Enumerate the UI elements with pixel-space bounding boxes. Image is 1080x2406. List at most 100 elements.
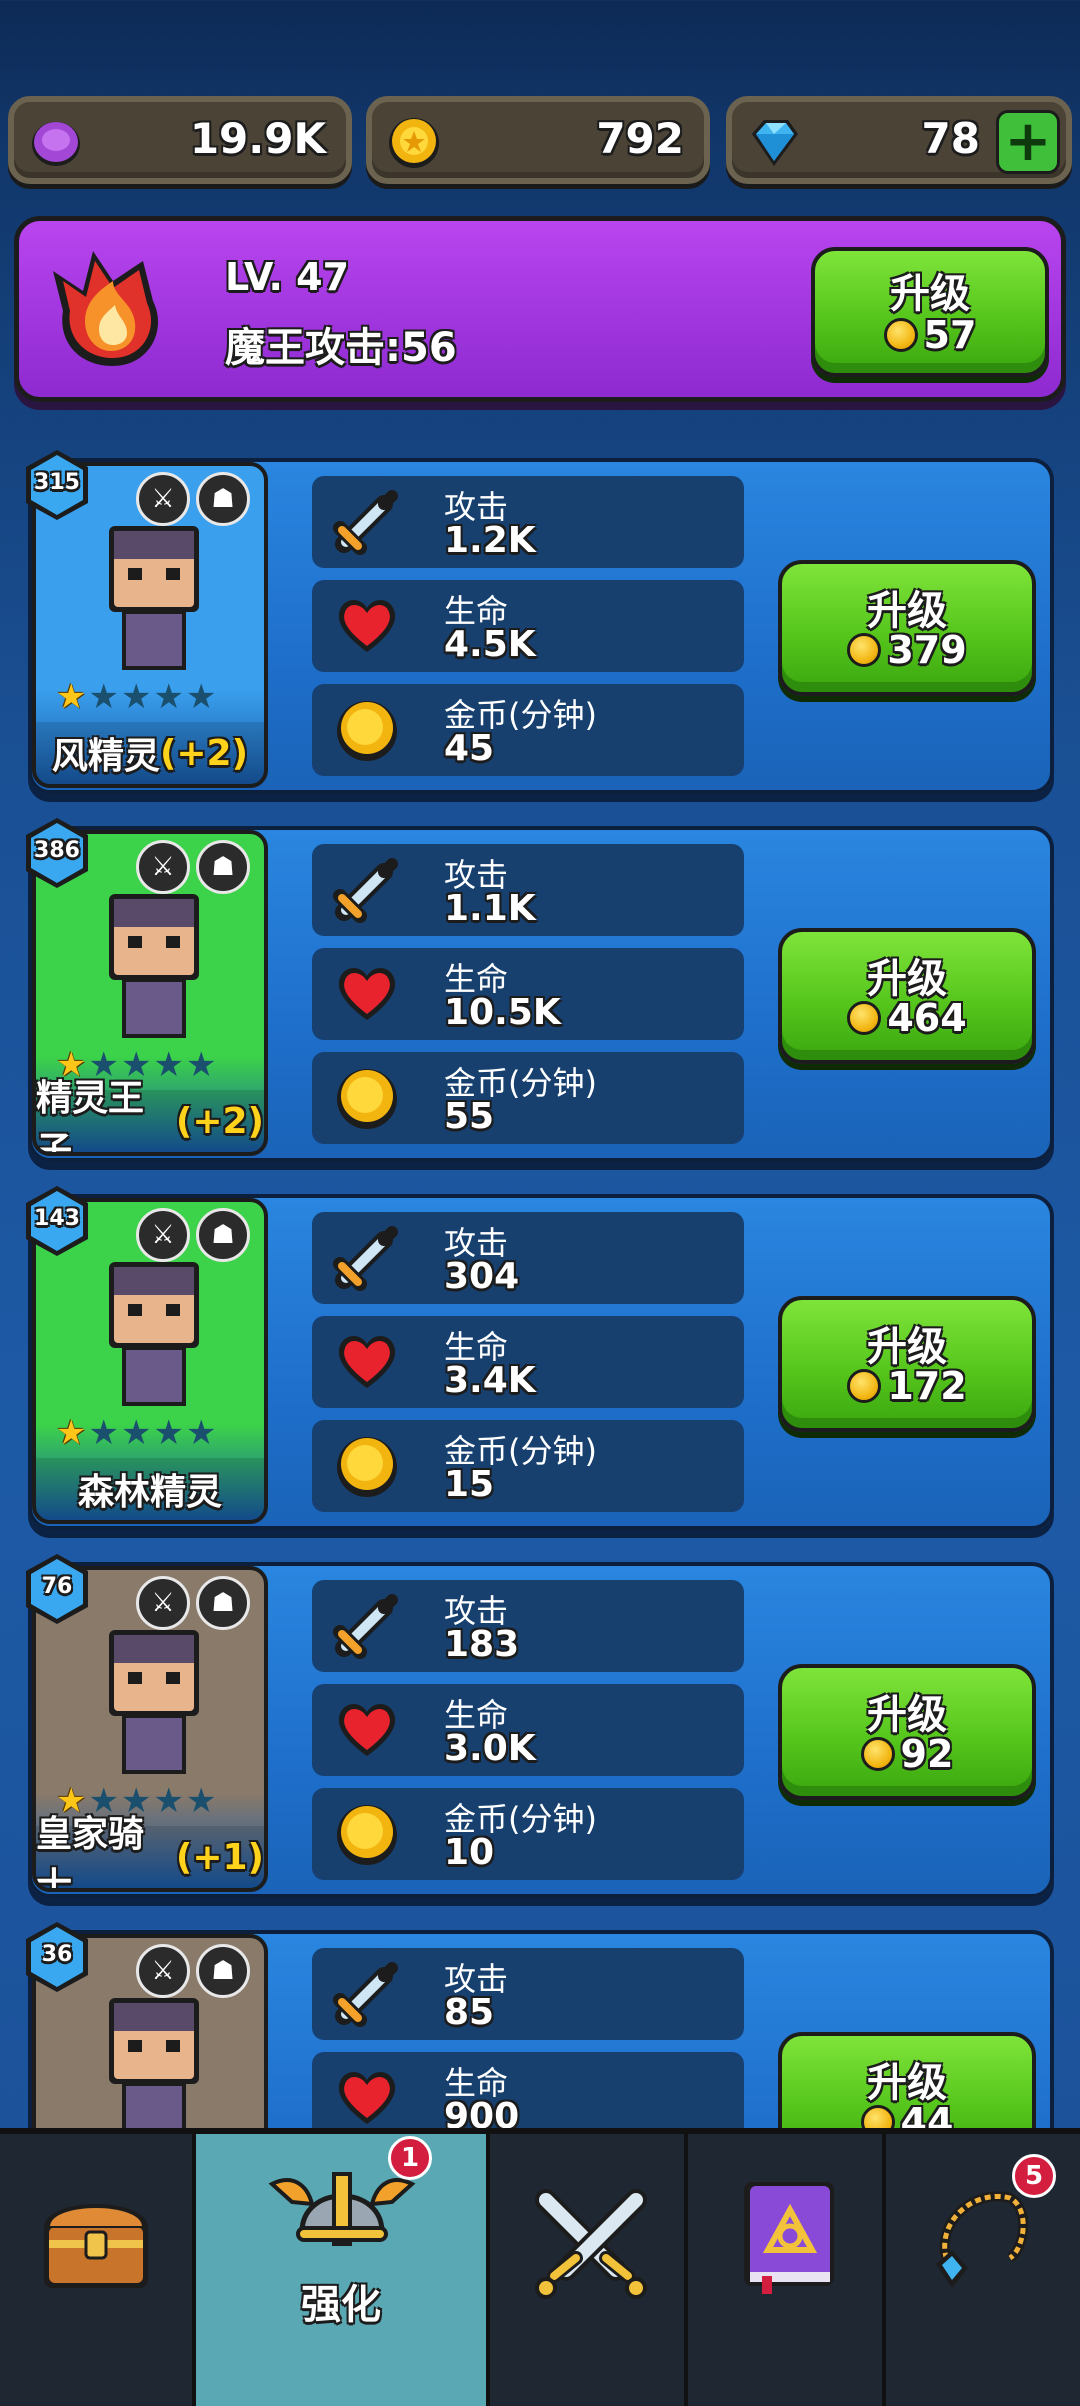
hero-level-badge: 143 [20,1184,94,1258]
hero-portrait [109,894,199,1038]
hero-name-text: 风精灵 [51,736,160,777]
hero-upgrade-button[interactable]: 升级 464 [778,928,1036,1064]
diamond-value: 78 [921,114,980,163]
tab-accessories[interactable]: 5 [886,2134,1080,2406]
stat-life-value: 4.5K [444,624,536,665]
star-icon: ★ [120,1413,152,1453]
boss-panel: LV. 47 魔王攻击:56 升级 57 [14,216,1066,402]
hero-upgrade-cost-row: 464 [782,996,1032,1040]
stat-coins: 金币(分钟) 55 [312,1052,744,1144]
hero-panel: ★ ★ ★ ★ ★ 精灵王子 (+2) 386 ⚔ ☗ 攻击 1.1K 生命 10.5K [26,818,1054,1162]
sword-icon [332,1590,402,1660]
class-badge-icon: ⚔ [136,1576,190,1630]
hero-name-text: 森林精灵 [77,1472,222,1513]
stat-life: 生命 3.4K [312,1316,744,1408]
class-badge-icon: ⚔ [136,472,190,526]
boss-upgrade-button[interactable]: 升级 57 [811,247,1049,377]
coin-icon [860,1737,895,1771]
stat-attack-value: 304 [444,1256,520,1297]
coin-icon [847,633,882,667]
bottom-nav: 1 强化 5 [0,2128,1080,2406]
hero-upgrade-button[interactable]: 升级 379 [778,560,1036,696]
stat-coins: 金币(分钟) 15 [312,1420,744,1512]
hero-panel: ★ ★ ★ ★ ★ 皇家骑士 (+1) 76 ⚔ ☗ 攻击 183 生命 3.0K [26,1554,1054,1898]
sword-icon [332,486,402,556]
stat-attack: 攻击 85 [312,1948,744,2040]
type-badge-icon: ☗ [196,1944,250,1998]
hero-level-badge: 315 [20,448,94,522]
coin-icon [332,1798,402,1868]
purple-gem-icon [32,122,80,166]
stat-coins-value: 55 [444,1096,495,1137]
stat-attack: 攻击 1.1K [312,844,744,936]
tab-chest[interactable] [0,2134,196,2406]
type-badge-icon: ☗ [196,1576,250,1630]
stat-coins-value: 15 [444,1464,495,1505]
hero-stars: ★★★★★ [56,680,216,714]
hero-name-text: 精灵王子 [36,1078,145,1156]
coin-icon [883,318,918,352]
hero-upgrade-cost: 92 [900,1732,954,1776]
stat-life-value: 3.0K [444,1728,536,1769]
spellbook-icon [744,2182,834,2294]
flame-icon [53,251,159,366]
crossed-swords-icon [535,2189,647,2299]
heart-icon [332,2062,402,2132]
stat-attack-value: 85 [444,1992,495,2033]
boss-attack: 魔王攻击:56 [225,325,457,371]
sword-icon [332,854,402,924]
hero-level: 315 [34,470,80,495]
tab-battle[interactable] [490,2134,688,2406]
stat-life: 生命 4.5K [312,580,744,672]
stat-life: 生命 10.5K [312,948,744,1040]
hero-upgrade-cost-row: 172 [782,1364,1032,1408]
boss-upgrade-cost-row: 57 [815,313,1045,357]
purple-gem-value: 19.9K [189,114,326,163]
heart-icon [332,590,402,660]
sword-icon [332,1222,402,1292]
star-icon: ★ [56,1413,87,1453]
hero-upgrade-cost: 464 [887,996,967,1040]
star-icon: ★ [153,1413,184,1453]
amulet-icon [936,2191,1029,2288]
star-icon: ★ [88,1413,119,1453]
type-badge-icon: ☗ [196,472,250,526]
sword-icon [332,1958,402,2028]
hero-portrait [109,1262,199,1406]
heart-icon [332,1326,402,1396]
boss-upgrade-cost: 57 [923,313,977,357]
type-badge-icon: ☗ [196,1208,250,1262]
hero-level-badge: 386 [20,816,94,890]
accessories-notification-badge: 5 [1012,2154,1056,2198]
hero-upgrade-button[interactable]: 升级 92 [778,1664,1036,1800]
heart-icon [332,958,402,1028]
stat-attack-value: 1.2K [444,520,536,561]
hero-bonus: (+2) [159,732,249,774]
tab-upgrade-label: 强化 [301,2282,381,2328]
stat-coins-value: 10 [444,1832,495,1873]
hero-upgrade-cost: 379 [887,628,967,672]
tab-spellbook[interactable] [688,2134,886,2406]
hero-upgrade-button[interactable]: 升级 172 [778,1296,1036,1432]
hero-bonus: (+1) [175,1836,264,1878]
coin-icon [332,1062,402,1132]
hero-level-badge: 36 [20,1920,94,1994]
stat-life-value: 10.5K [444,992,561,1033]
hero-panel: ★ ★ ★ ★ ★ 风精灵 (+2) 315 ⚔ ☗ 攻击 1.2K 生命 4.5K [26,450,1054,794]
class-badge-icon: ⚔ [136,1208,190,1262]
boss-upgrade-label: 升级 [890,271,970,317]
add-diamonds-button[interactable]: + [996,110,1060,174]
star-icon: ★ [153,677,184,717]
stat-coins: 金币(分钟) 10 [312,1788,744,1880]
stat-attack-value: 183 [444,1624,520,1665]
stat-attack: 攻击 183 [312,1580,744,1672]
treasure-chest-icon [44,2204,148,2288]
star-icon: ★ [185,677,217,717]
hero-upgrade-cost: 172 [887,1364,967,1408]
tab-upgrade[interactable]: 1 强化 [196,2134,490,2406]
star-icon: ★ [120,677,152,717]
type-badge-icon: ☗ [196,840,250,894]
star-icon: ★ [185,1045,217,1085]
stat-attack: 攻击 1.2K [312,476,744,568]
coin-icon [332,1430,402,1500]
